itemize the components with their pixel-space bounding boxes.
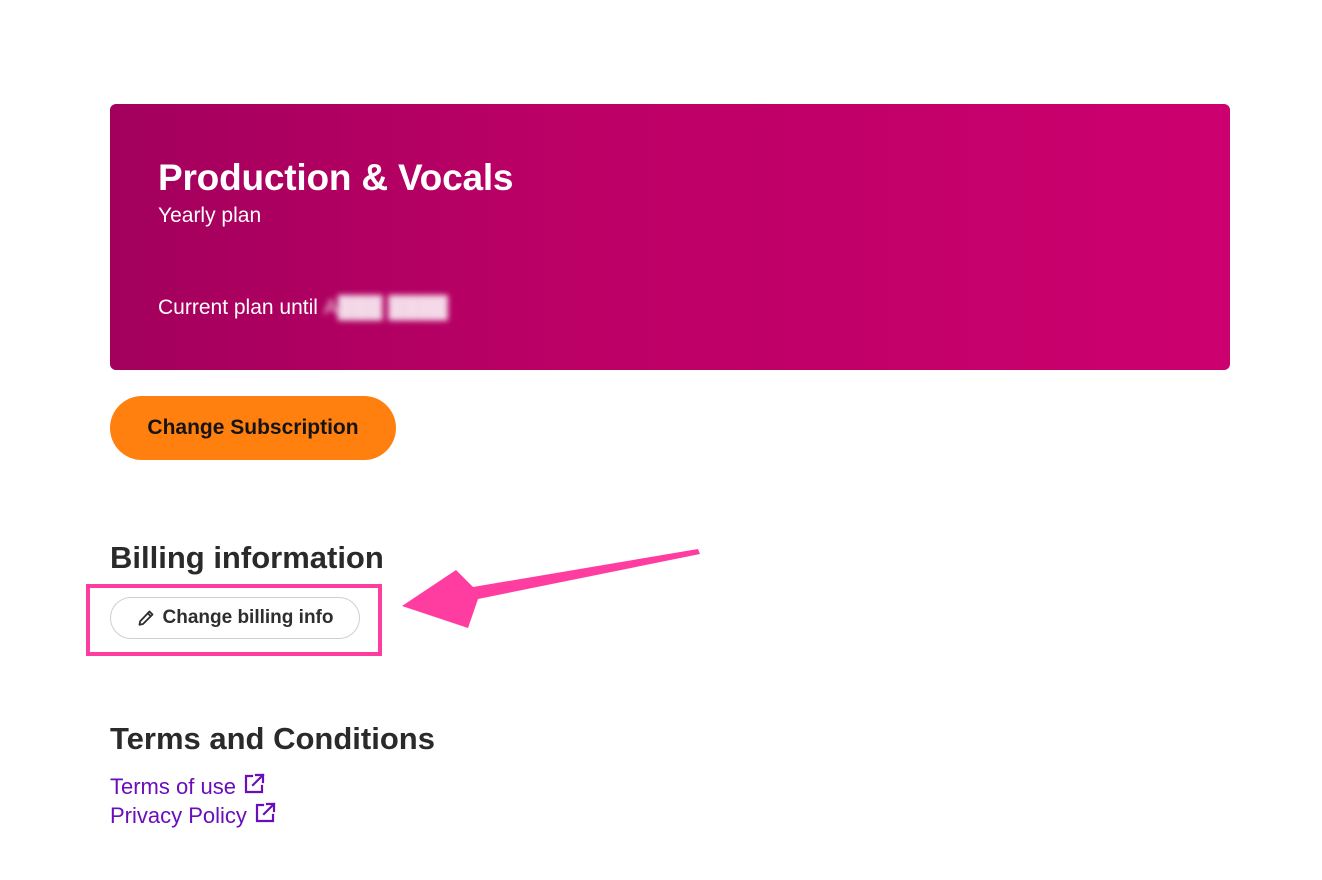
plan-type: Yearly plan [158, 204, 262, 227]
plan-card: Production & Vocals Yearly plan Current … [110, 104, 1230, 370]
plan-until-date-redacted: A███ ████ [323, 296, 448, 319]
change-billing-info-label: Change billing info [162, 607, 334, 628]
annotation-arrow [402, 549, 700, 628]
change-subscription-button[interactable]: Change Subscription [110, 396, 396, 460]
terms-of-use-label: Terms of use [110, 774, 236, 799]
terms-of-use-link[interactable]: Terms of use [110, 772, 277, 801]
plan-title: Production & Vocals [158, 157, 514, 198]
external-link-icon [253, 801, 277, 825]
billing-heading: Billing information [110, 540, 384, 575]
privacy-policy-label: Privacy Policy [110, 803, 247, 828]
external-link-icon [242, 772, 266, 796]
terms-heading: Terms and Conditions [110, 721, 435, 756]
terms-links: Terms of use Privacy Policy [110, 772, 277, 830]
privacy-policy-link[interactable]: Privacy Policy [110, 801, 277, 830]
plan-until-label: Current plan until [158, 296, 318, 319]
change-billing-info-button[interactable]: Change billing info [110, 597, 360, 639]
plan-until: Current plan until A███ ████ [158, 295, 448, 321]
subscription-page: Production & Vocals Yearly plan Current … [0, 0, 1322, 880]
pencil-icon [137, 609, 155, 627]
